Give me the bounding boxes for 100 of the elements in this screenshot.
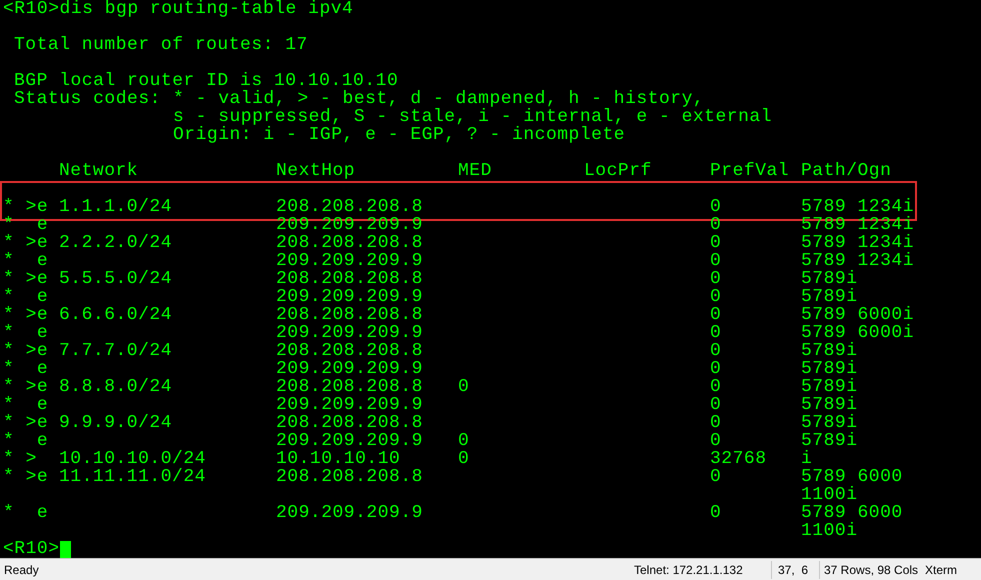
router-id-text: BGP local router ID is 10.10.10.10 <box>14 71 398 91</box>
table-cell: 6.6.6.0/24 <box>59 305 172 325</box>
table-cell: 208.208.208.8 <box>276 305 423 325</box>
cursor-position: 37, 6 <box>778 562 808 576</box>
prompt: <R10> <box>3 0 60 18</box>
route-flags: * >e <box>3 377 48 397</box>
table-cell: 5789i <box>801 395 858 415</box>
route-flags: * e <box>3 251 48 271</box>
column-header: LocPrf <box>584 161 652 181</box>
table-cell: 1.1.1.0/24 <box>59 197 172 217</box>
table-cell: 209.209.209.9 <box>276 431 423 451</box>
prompt: <R10> <box>3 540 60 558</box>
table-cell: 0 <box>458 377 470 397</box>
table-cell: 0 <box>710 377 722 397</box>
route-flags: * >e <box>3 467 48 487</box>
column-header: NextHop <box>276 161 356 181</box>
table-cell: 208.208.208.8 <box>276 467 423 487</box>
table-cell: i <box>801 449 812 469</box>
route-flags: * e <box>3 287 48 307</box>
route-flags: * e <box>3 431 48 451</box>
table-cell: 5789 1234i <box>801 215 914 235</box>
table-cell: 5789i <box>801 413 858 433</box>
command-text: dis bgp routing-table ipv4 <box>60 0 354 18</box>
status-codes-line: * - valid, > - best, d - dampened, h - history, <box>173 89 704 109</box>
table-cell: 2.2.2.0/24 <box>59 233 172 253</box>
table-cell: 0 <box>710 323 722 343</box>
route-flags: * >e <box>3 269 48 289</box>
table-cell: 5.5.5.0/24 <box>59 269 172 289</box>
column-header: MED <box>458 161 492 181</box>
table-cell: 0 <box>710 359 722 379</box>
table-cell: 5789i <box>801 431 858 451</box>
route-flags: * >e <box>3 305 48 325</box>
route-flags: * e <box>3 395 48 415</box>
route-flags: * >e <box>3 341 48 361</box>
table-cell-text: 5789 6000 1100i <box>801 467 904 505</box>
table-cell: 0 <box>710 467 722 487</box>
table-cell: 0 <box>710 431 722 451</box>
table-cell: 0 <box>710 197 722 217</box>
table-cell: 5789 1234i <box>801 197 914 217</box>
table-cell: 5789i <box>801 269 858 289</box>
status-codes-line: Origin: i - IGP, e - EGP, ? - incomplete <box>173 125 626 145</box>
route-flags: * >e <box>3 233 48 253</box>
table-cell: 5789 1234i <box>801 233 914 253</box>
column-header: Network <box>59 161 138 181</box>
table-cell: 0 <box>710 503 722 523</box>
status-codes-line: s - suppressed, S - stale, i - internal, e - external <box>173 107 772 127</box>
table-cell: 0 <box>710 269 722 289</box>
table-cell: 209.209.209.9 <box>276 323 423 343</box>
table-cell: 0 <box>710 413 722 433</box>
table-cell: 5789 6000i <box>801 323 914 343</box>
table-cell: 0 <box>458 449 470 469</box>
column-header: PrefVal <box>710 161 790 181</box>
table-cell: 208.208.208.8 <box>276 269 423 289</box>
status-text: Ready <box>4 562 39 576</box>
table-cell: 209.209.209.9 <box>276 395 423 415</box>
table-cell: 5789i <box>801 359 858 379</box>
table-cell: 0 <box>458 431 470 451</box>
table-cell: 208.208.208.8 <box>276 341 423 361</box>
table-cell: 0 <box>710 287 722 307</box>
table-cell: 5789i <box>801 377 858 397</box>
table-cell: 209.209.209.9 <box>276 287 423 307</box>
terminal-size: 37 Rows, 98 Cols <box>824 562 918 576</box>
cursor-icon <box>60 540 71 558</box>
table-cell: 208.208.208.8 <box>276 197 423 217</box>
table-cell: 32768 <box>710 449 767 469</box>
table-cell: 10.10.10.0/24 <box>59 449 206 469</box>
route-flags: * e <box>3 503 48 523</box>
table-cell: 209.209.209.9 <box>276 251 423 271</box>
table-cell: 0 <box>710 341 722 361</box>
table-cell: 0 <box>710 233 722 253</box>
table-cell: 10.10.10.10 <box>276 449 400 469</box>
table-cell: 9.9.9.0/24 <box>59 413 172 433</box>
table-cell: 208.208.208.8 <box>276 233 423 253</box>
table-cell: 5789i <box>801 341 858 361</box>
route-flags: * e <box>3 359 48 379</box>
route-flags: * >e <box>3 413 48 433</box>
table-cell: 0 <box>710 305 722 325</box>
table-cell: 5789 1234i <box>801 251 914 271</box>
route-flags: * >e <box>3 197 48 217</box>
column-header: Path/Ogn <box>801 161 892 181</box>
table-cell: 7.7.7.0/24 <box>59 341 172 361</box>
table-cell: 208.208.208.8 <box>276 377 423 397</box>
table-cell: 0 <box>710 395 722 415</box>
table-cell: 209.209.209.9 <box>276 359 423 379</box>
status-codes-label: Status codes: <box>14 89 161 109</box>
terminal-type: Xterm <box>925 562 958 576</box>
table-cell: 208.208.208.8 <box>276 413 423 433</box>
route-flags: * e <box>3 215 48 235</box>
table-cell-text: 5789 6000 1100i <box>801 503 904 541</box>
table-cell: 209.209.209.9 <box>276 503 423 523</box>
table-cell: 11.11.11.0/24 <box>59 467 206 487</box>
route-flags: * > <box>3 449 37 469</box>
table-cell: 5789i <box>801 287 858 307</box>
total-routes-text: Total number of routes: 17 <box>14 35 308 55</box>
table-cell: 0 <box>710 215 722 235</box>
route-flags: * e <box>3 323 48 343</box>
table-cell: 8.8.8.0/24 <box>59 377 172 397</box>
table-cell: 0 <box>710 251 722 271</box>
connection-text: Telnet: 172.21.1.132 <box>634 562 743 576</box>
table-cell: 209.209.209.9 <box>276 215 423 235</box>
